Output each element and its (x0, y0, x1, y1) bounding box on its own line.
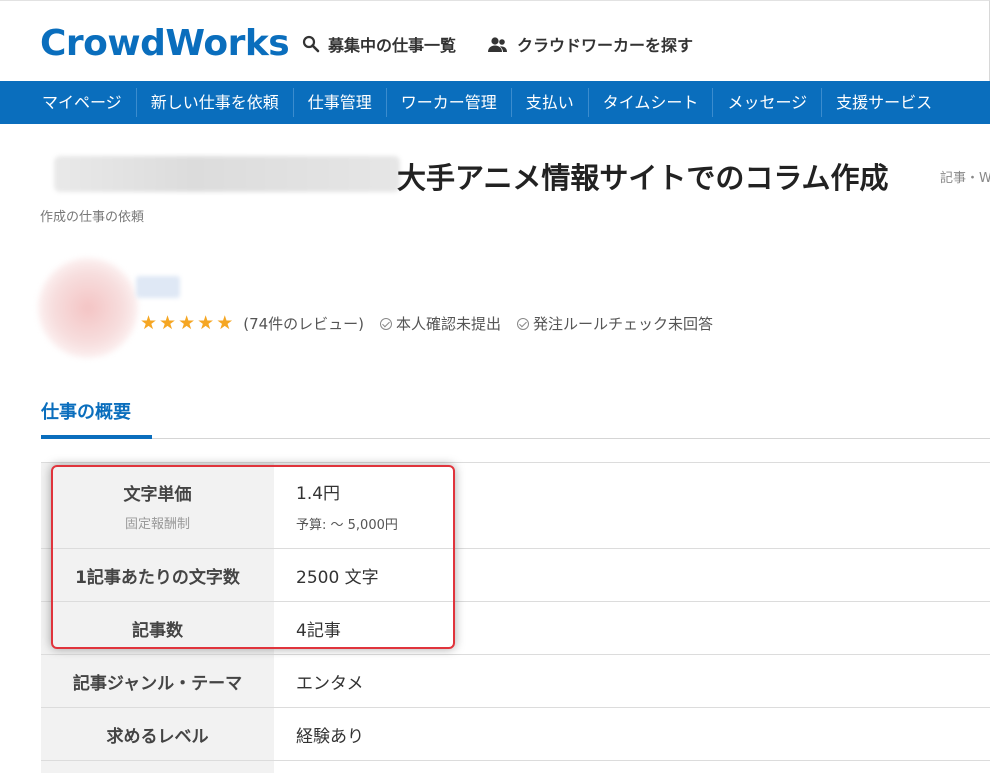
review-count-link[interactable]: (74件のレビュー) (243, 313, 364, 334)
table-row: 文字単価 固定報酬制 1.4円 予算: ～ 5,000円 (41, 462, 990, 548)
client-avatar[interactable] (38, 258, 138, 358)
category-breadcrumb[interactable]: 記事・W (940, 167, 990, 186)
star-icon: ★ (159, 312, 177, 334)
job-title: 大手アニメ情報サイトでのコラム作成 (397, 161, 889, 195)
redacted-title-prefix (54, 156, 400, 192)
check-circle-icon (380, 317, 393, 330)
rule-check-label: 発注ルールチェック未回答 (533, 315, 714, 333)
genre-value: エンタメ (296, 673, 364, 694)
table-row: 記事ジャンル・テーマ エンタメ (41, 654, 990, 707)
client-meta: ★ ★ ★ ★ ★ (74件のレビュー) 本人確認未提出 発注ルールチェック未回… (140, 313, 729, 334)
article-count-label: 記事数 (132, 620, 183, 641)
search-icon (302, 35, 320, 53)
section-divider (41, 438, 990, 439)
find-workers-label: クラウドワーカーを探す (517, 36, 694, 55)
nav-item-job-management[interactable]: 仕事管理 (294, 88, 387, 117)
nav-item-worker-management[interactable]: ワーカー管理 (387, 88, 512, 117)
nav-item-timesheet[interactable]: タイムシート (589, 88, 714, 117)
star-icon: ★ (216, 312, 234, 334)
chars-per-article-label: 1記事あたりの文字数 (75, 567, 240, 588)
table-value-cell: 経験あり (274, 708, 990, 760)
table-header-cell: 記事数 (41, 602, 274, 654)
table-value-cell: 1.4円 予算: ～ 5,000円 (274, 463, 990, 548)
table-row: 求めるレベル 経験あり (41, 707, 990, 760)
table-header-cell (41, 761, 274, 773)
rating-stars: ★ ★ ★ ★ ★ (140, 314, 233, 333)
nav-item-messages[interactable]: メッセージ (713, 88, 823, 117)
job-search-link[interactable]: 募集中の仕事一覧 (302, 32, 456, 56)
table-header-cell: 1記事あたりの文字数 (41, 549, 274, 601)
article-count-value: 4記事 (296, 620, 341, 641)
table-row (41, 760, 990, 773)
budget-value: 予算: ～ 5,000円 (296, 517, 398, 533)
nav-item-support[interactable]: 支援サービス (822, 88, 946, 117)
level-value: 経験あり (296, 726, 364, 747)
job-spec-table: 文字単価 固定報酬制 1.4円 予算: ～ 5,000円 1記事あたりの文字数 … (41, 462, 990, 773)
genre-label: 記事ジャンル・テーマ (72, 673, 243, 694)
nav-item-payments[interactable]: 支払い (512, 88, 589, 117)
nav-item-mypage[interactable]: マイページ (28, 88, 137, 117)
tab-job-overview[interactable]: 仕事の概要 (41, 398, 131, 424)
level-label: 求めるレベル (106, 726, 209, 747)
table-row: 1記事あたりの文字数 2500 文字 (41, 548, 990, 601)
main-nav: マイページ 新しい仕事を依頼 仕事管理 ワーカー管理 支払い タイムシート メッ… (0, 81, 990, 124)
table-header-cell: 求めるレベル (41, 708, 274, 760)
client-name-redacted[interactable] (136, 276, 180, 298)
active-tab-indicator (41, 435, 152, 439)
identity-status: 本人確認未提出 (380, 313, 501, 334)
unit-price-value: 1.4円 (296, 483, 341, 504)
site-header: CrowdWorks 募集中の仕事一覧 クラウドワーカーを探す (0, 0, 990, 81)
site-logo[interactable]: CrowdWorks (40, 23, 290, 64)
star-icon: ★ (178, 312, 196, 334)
table-value-cell (274, 761, 990, 773)
table-value-cell: 4記事 (274, 602, 990, 654)
pay-type-label: 固定報酬制 (124, 516, 190, 532)
rule-check-status: 発注ルールチェック未回答 (517, 313, 713, 334)
table-value-cell: エンタメ (274, 655, 990, 707)
job-search-label: 募集中の仕事一覧 (328, 36, 457, 55)
star-icon: ★ (140, 312, 158, 334)
unit-price-label: 文字単価 (123, 484, 192, 505)
chars-per-article-value: 2500 文字 (296, 567, 379, 588)
nav-item-new-job[interactable]: 新しい仕事を依頼 (137, 88, 294, 117)
identity-status-label: 本人確認未提出 (396, 315, 502, 333)
star-icon: ★ (197, 312, 215, 334)
table-value-cell: 2500 文字 (274, 549, 990, 601)
check-circle-icon (517, 317, 530, 330)
table-header-cell: 文字単価 固定報酬制 (41, 463, 274, 548)
job-subtitle: 作成の仕事の依頼 (40, 210, 145, 225)
users-icon (487, 35, 509, 53)
table-header-cell: 記事ジャンル・テーマ (41, 655, 274, 707)
table-row: 記事数 4記事 (41, 601, 990, 654)
find-workers-link[interactable]: クラウドワーカーを探す (487, 32, 693, 56)
